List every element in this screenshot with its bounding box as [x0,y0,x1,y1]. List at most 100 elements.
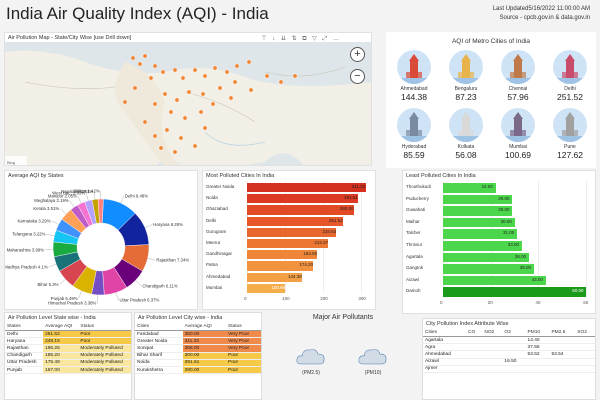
bar-value-label: 22.00 [481,184,493,189]
city-marker[interactable] [228,95,234,101]
city-marker[interactable] [178,135,184,141]
city-marker[interactable] [172,149,178,155]
table-row[interactable]: Agra 37.55 [423,343,595,352]
table-row[interactable]: Rajasthan 196.25 Moderately Polluted [5,344,131,353]
city-marker[interactable] [246,59,252,65]
metro-city-ahmedabad[interactable]: Ahmedabad 144.38 [388,50,440,102]
column-header[interactable]: Cities [135,323,183,331]
table-row[interactable]: Sonipat 306.00 Very Poor [135,344,261,353]
city-marker[interactable] [182,115,188,121]
table-cell: Very Poor [226,344,261,353]
bar[interactable] [443,287,587,297]
city-marker[interactable] [248,87,254,93]
column-header[interactable]: Average AQI [182,323,227,331]
column-header[interactable]: SO2 [575,329,595,337]
city-marker[interactable] [152,133,158,139]
table-row[interactable]: Greater Noida 311.33 Very Poor [135,337,261,346]
city-marker[interactable] [122,99,128,105]
city-marker[interactable] [137,61,143,67]
city-marker[interactable] [217,85,223,91]
city-marker[interactable] [224,69,230,75]
air-pollution-map[interactable]: Air Pollution Map - State/City Wise [use… [4,32,372,166]
bar[interactable] [443,275,546,286]
table-row[interactable]: Delhi 251.52 Poor [5,330,131,339]
city-marker[interactable] [148,75,154,81]
city-marker[interactable] [142,53,148,59]
city-marker[interactable] [210,101,216,107]
column-header[interactable]: NO2 [482,329,503,337]
table-cell: 290.00 [182,366,227,375]
metro-city-delhi[interactable]: Delhi 251.52 [544,50,596,102]
metro-city-mumbai[interactable]: Mumbai 100.69 [492,108,544,160]
table-cell [466,365,483,373]
city-marker[interactable] [192,67,198,73]
table-row[interactable]: Punjab 167.00 Moderately Polluted [5,366,131,375]
metro-city-chennai[interactable]: Chennai 57.96 [492,50,544,102]
column-header[interactable]: O3 [502,329,526,337]
state-table[interactable]: Air Pollution Level State wise - India S… [4,312,132,400]
city-marker[interactable] [180,75,186,81]
column-header[interactable]: PM10 [525,329,550,337]
bar[interactable] [247,183,366,193]
metro-city-hyderabad[interactable]: Hyderabad 85.59 [388,108,440,160]
bar[interactable] [247,205,354,215]
city-marker[interactable] [168,109,174,115]
zoom-in-button[interactable]: + [350,47,365,62]
bar-category-label: Thrissur [406,242,423,247]
city-table[interactable]: Air Pollution Level City wise - India Ci… [134,312,262,400]
most-polluted-chart[interactable]: Most Polluted Cities In India 0 100 200 300… [202,170,376,310]
table-row[interactable]: Chandigarh 185.20 Moderately Polluted [5,352,131,360]
bar[interactable] [247,194,359,204]
table-row[interactable]: Aizawl 16.50 [423,358,595,366]
city-marker[interactable] [264,73,270,79]
table-row[interactable]: Ahmedabad 53.52 53.54 [423,350,595,359]
city-marker[interactable] [200,91,206,97]
city-marker[interactable] [142,119,148,125]
table-row[interactable]: Uttar Pradesh 175.49 Moderately Polluted [5,359,131,367]
city-marker[interactable] [172,67,178,73]
city-marker[interactable] [232,79,238,85]
city-marker[interactable] [130,55,136,61]
city-marker[interactable] [160,69,166,75]
city-marker[interactable] [234,63,240,69]
city-marker[interactable] [292,73,298,79]
table-row[interactable]: Faridabad 350.00 Very Poor [135,330,261,339]
city-marker[interactable] [278,79,284,85]
attribute-table[interactable]: City Pollution Index Attribute Wise Citi… [422,318,596,400]
city-marker[interactable] [212,65,218,71]
table-row[interactable]: Haryana 248.15 Poor [5,337,131,346]
landmark-icon [397,50,431,84]
city-marker[interactable] [152,63,158,69]
city-marker[interactable] [192,143,198,149]
table-row[interactable]: Agartala 14.40 [423,336,595,345]
metro-city-kolkata[interactable]: Kolkata 56.08 [440,108,492,160]
city-marker[interactable] [202,125,208,131]
column-header[interactable]: Average AQI [43,323,79,331]
state-table-grid: States Average AQI Status Delhi 251.52 Poor H… [5,323,131,375]
table-row[interactable]: Noida 291.61 Poor [135,359,261,367]
city-marker[interactable] [202,73,208,79]
least-polluted-chart[interactable]: Least Polluted Cities In India 0 20 40 60 Th… [402,170,596,314]
avg-aqi-by-states-chart[interactable]: Average AQI by States Delhi 9.48% Haryana… [4,170,198,310]
city-marker[interactable] [152,101,158,107]
city-marker[interactable] [186,89,192,95]
city-marker[interactable] [174,97,180,103]
table-row[interactable]: Bihar Sharif 300.00 Poor [135,352,261,360]
column-header[interactable]: Status [78,323,131,331]
city-marker[interactable] [158,145,164,151]
metro-city-bengaluru[interactable]: Bengaluru 87.23 [440,50,492,102]
column-header[interactable]: Status [226,323,261,331]
column-header[interactable]: States [5,323,44,331]
column-header[interactable]: PM2.5 [549,329,576,337]
city-marker[interactable] [164,127,170,133]
city-marker[interactable] [198,109,204,115]
column-header[interactable]: Cities [423,329,467,337]
city-marker[interactable] [162,91,168,97]
column-header[interactable]: CO [466,329,483,337]
metro-city-pune[interactable]: Pune 127.62 [544,108,596,160]
city-marker[interactable] [132,85,138,91]
table-row[interactable]: Ajmer [423,365,595,373]
table-row[interactable]: Kurukshetra 290.00 Poor [135,366,261,375]
zoom-out-button[interactable]: − [350,69,365,84]
map-canvas[interactable]: Bing [5,42,371,165]
